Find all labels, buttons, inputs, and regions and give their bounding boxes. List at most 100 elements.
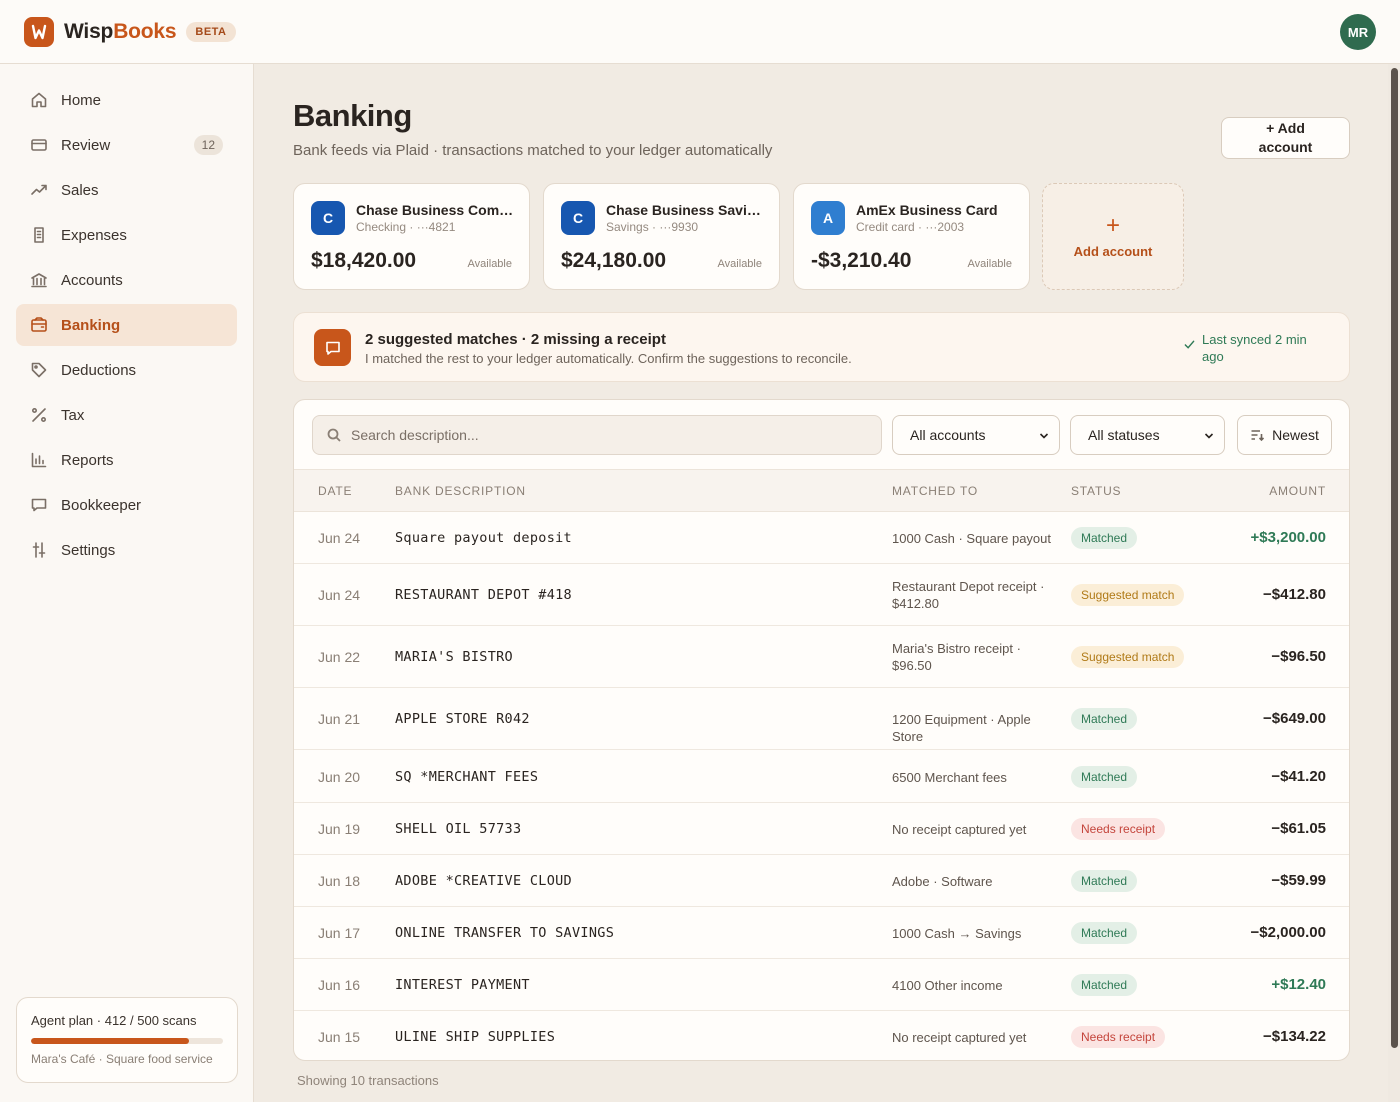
scrollbar-thumb[interactable] [1391,68,1398,1048]
sidebar-item-accounts[interactable]: Accounts [16,259,237,301]
sidebar-item-sales[interactable]: Sales [16,169,237,211]
transaction-count: Showing 10 transactions [297,1073,439,1088]
brand-name[interactable]: WispBooks [64,20,177,44]
search-input[interactable]: Search description... [312,415,882,455]
row-description: SQ *MERCHANT FEES [395,768,539,785]
row-description: SHELL OIL 57733 [395,821,522,837]
account-card-header: C Chase Business Comp... Checking · ···482… [311,201,516,235]
row-description: RESTAURANT DEPOT #418 [395,587,572,603]
sidebar-item-review[interactable]: Review 12 [16,124,237,166]
account-names: Chase Business Comp... Checking · ···4821 [356,202,516,234]
table-row[interactable]: Jun 21 APPLE STORE R042 1200 Equipment · A… [294,688,1349,750]
sidebar-item-banking[interactable]: Banking [16,304,237,346]
sidebar-nav: Home Review 12 Sales Expenses Accounts Banking… [0,64,253,571]
percent-icon [30,406,48,424]
sidebar-item-tax[interactable]: Tax [16,394,237,436]
transactions-card: Search description... All accounts All s… [293,399,1350,1061]
status-badge: Matched [1071,527,1138,549]
table-row[interactable]: Jun 24 Square payout deposit 1000 Cash · S… [294,512,1349,564]
sort-button[interactable]: Newest [1237,415,1332,455]
agent-summary-banner: 2 suggested matches · 2 missing a receip… [293,312,1350,382]
account-balance: $24,180.00 [561,249,667,272]
row-matched-to: No receipt captured yet [892,822,1027,837]
account-filter-select[interactable]: All accounts [892,415,1060,455]
status-badge: Matched [1071,974,1138,996]
table-row[interactable]: Jun 24 RESTAURANT DEPOT #418 Restaurant De… [294,564,1349,626]
col-description[interactable]: BANK DESCRIPTION [395,484,526,498]
row-status[interactable]: Matched [1071,527,1138,549]
sliders-icon [30,541,48,559]
row-status[interactable]: Suggested match [1071,584,1185,606]
row-status[interactable]: Matched [1071,974,1138,996]
sidebar: Home Review 12 Sales Expenses Accounts Banking… [0,64,254,1102]
row-status[interactable]: Needs receipt [1071,818,1166,840]
row-status[interactable]: Needs receipt [1071,1026,1166,1048]
trend-up-icon [30,181,48,199]
row-status[interactable]: Matched [1071,922,1138,944]
add-account-button[interactable]: + Add account [1221,117,1350,159]
row-description: ONLINE TRANSFER TO SAVINGS [395,925,615,941]
row-amount: +$3,200.00 [1250,529,1327,546]
row-date: Jun 16 [318,977,361,993]
col-matched-to[interactable]: MATCHED TO [892,484,978,498]
account-card-header: A AmEx Business Card Credit card · ···2003 [811,201,998,235]
sidebar-item-home[interactable]: Home [16,79,237,121]
row-matched-to: 1200 Equipment · Apple Store [892,712,1031,744]
row-amount: −$649.00 [1263,710,1326,727]
row-amount: −$96.50 [1271,648,1326,665]
sidebar-item-deductions[interactable]: Deductions [16,349,237,391]
row-status[interactable]: Matched [1071,708,1138,730]
sidebar-item-label: Review [61,136,111,154]
sync-status-text: Last synced 2 min ago [1202,332,1307,364]
add-account-tile[interactable]: + Add account [1042,183,1184,290]
plan-card[interactable]: Agent plan · 412 / 500 scans Mara's Café… [16,997,238,1083]
receipt-icon [30,226,48,244]
sidebar-item-label: Banking [61,316,121,334]
table-row[interactable]: Jun 19 SHELL OIL 57733 No receipt captured… [294,803,1349,855]
status-filter-value: All statuses [1088,427,1160,443]
account-card[interactable]: C Chase Business Savings Savings · ···9930… [543,183,780,290]
row-amount: +$12.40 [1271,976,1326,993]
sidebar-item-expenses[interactable]: Expenses [16,214,237,256]
row-amount: −$134.22 [1263,1028,1326,1045]
row-date: Jun 21 [318,711,361,727]
add-account-tile-label: Add account [1073,244,1153,259]
table-row[interactable]: Jun 22 MARIA'S BISTRO Maria's Bistro recei… [294,626,1349,688]
row-status[interactable]: Suggested match [1071,646,1185,668]
plan-progress-bar [31,1038,223,1044]
status-badge: Suggested match [1071,584,1185,606]
row-description: Square payout deposit [395,530,572,546]
table-row[interactable]: Jun 20 SQ *MERCHANT FEES 6500 Merchant fee… [294,750,1349,803]
plan-usage: Agent plan · 412 / 500 scans [31,1013,197,1028]
table-row[interactable]: Jun 17 ONLINE TRANSFER TO SAVINGS 1000 Cas… [294,907,1349,959]
row-description: ADOBE *CREATIVE CLOUD [395,873,572,889]
row-status[interactable]: Matched [1071,870,1138,892]
chevron-down-icon [1204,433,1214,439]
plan-business: Mara's Café · Square food service [31,1052,213,1066]
filter-toolbar: Search description... All accounts All s… [294,400,1349,470]
row-status[interactable]: Matched [1071,765,1138,788]
row-date: Jun 24 [318,530,361,546]
col-amount[interactable]: AMOUNT [1269,484,1326,498]
row-matched-to: Restaurant Depot receipt · $412.80 [892,579,1045,611]
table-row[interactable]: Jun 18 ADOBE *CREATIVE CLOUD Adobe · Softw… [294,855,1349,907]
row-date: Jun 15 [318,1029,361,1045]
col-date[interactable]: DATE [318,484,352,498]
account-card[interactable]: C Chase Business Comp... Checking · ···482… [293,183,530,290]
sidebar-item-label: Sales [61,181,99,199]
sidebar-item-label: Home [61,91,102,109]
table-row[interactable]: Jun 16 INTEREST PAYMENT 4100 Other income M… [294,959,1349,1011]
status-filter-select[interactable]: All statuses [1070,415,1225,455]
row-date: Jun 20 [318,768,361,785]
sidebar-item-reports[interactable]: Reports [16,439,237,481]
account-card-header: C Chase Business Savings Savings · ···9930 [561,201,766,235]
logo-icon[interactable] [24,16,54,47]
col-status[interactable]: STATUS [1071,484,1121,498]
table-row[interactable]: Jun 15 ULINE SHIP SUPPLIES No receipt capt… [294,1011,1349,1060]
sidebar-item-settings[interactable]: Settings [16,529,237,571]
row-description: INTEREST PAYMENT [395,977,530,993]
user-avatar[interactable]: MR [1340,14,1376,50]
chat-icon [314,329,351,366]
sidebar-item-bookkeeper[interactable]: Bookkeeper [16,484,237,526]
account-card[interactable]: A AmEx Business Card Credit card · ···2003… [793,183,1030,290]
